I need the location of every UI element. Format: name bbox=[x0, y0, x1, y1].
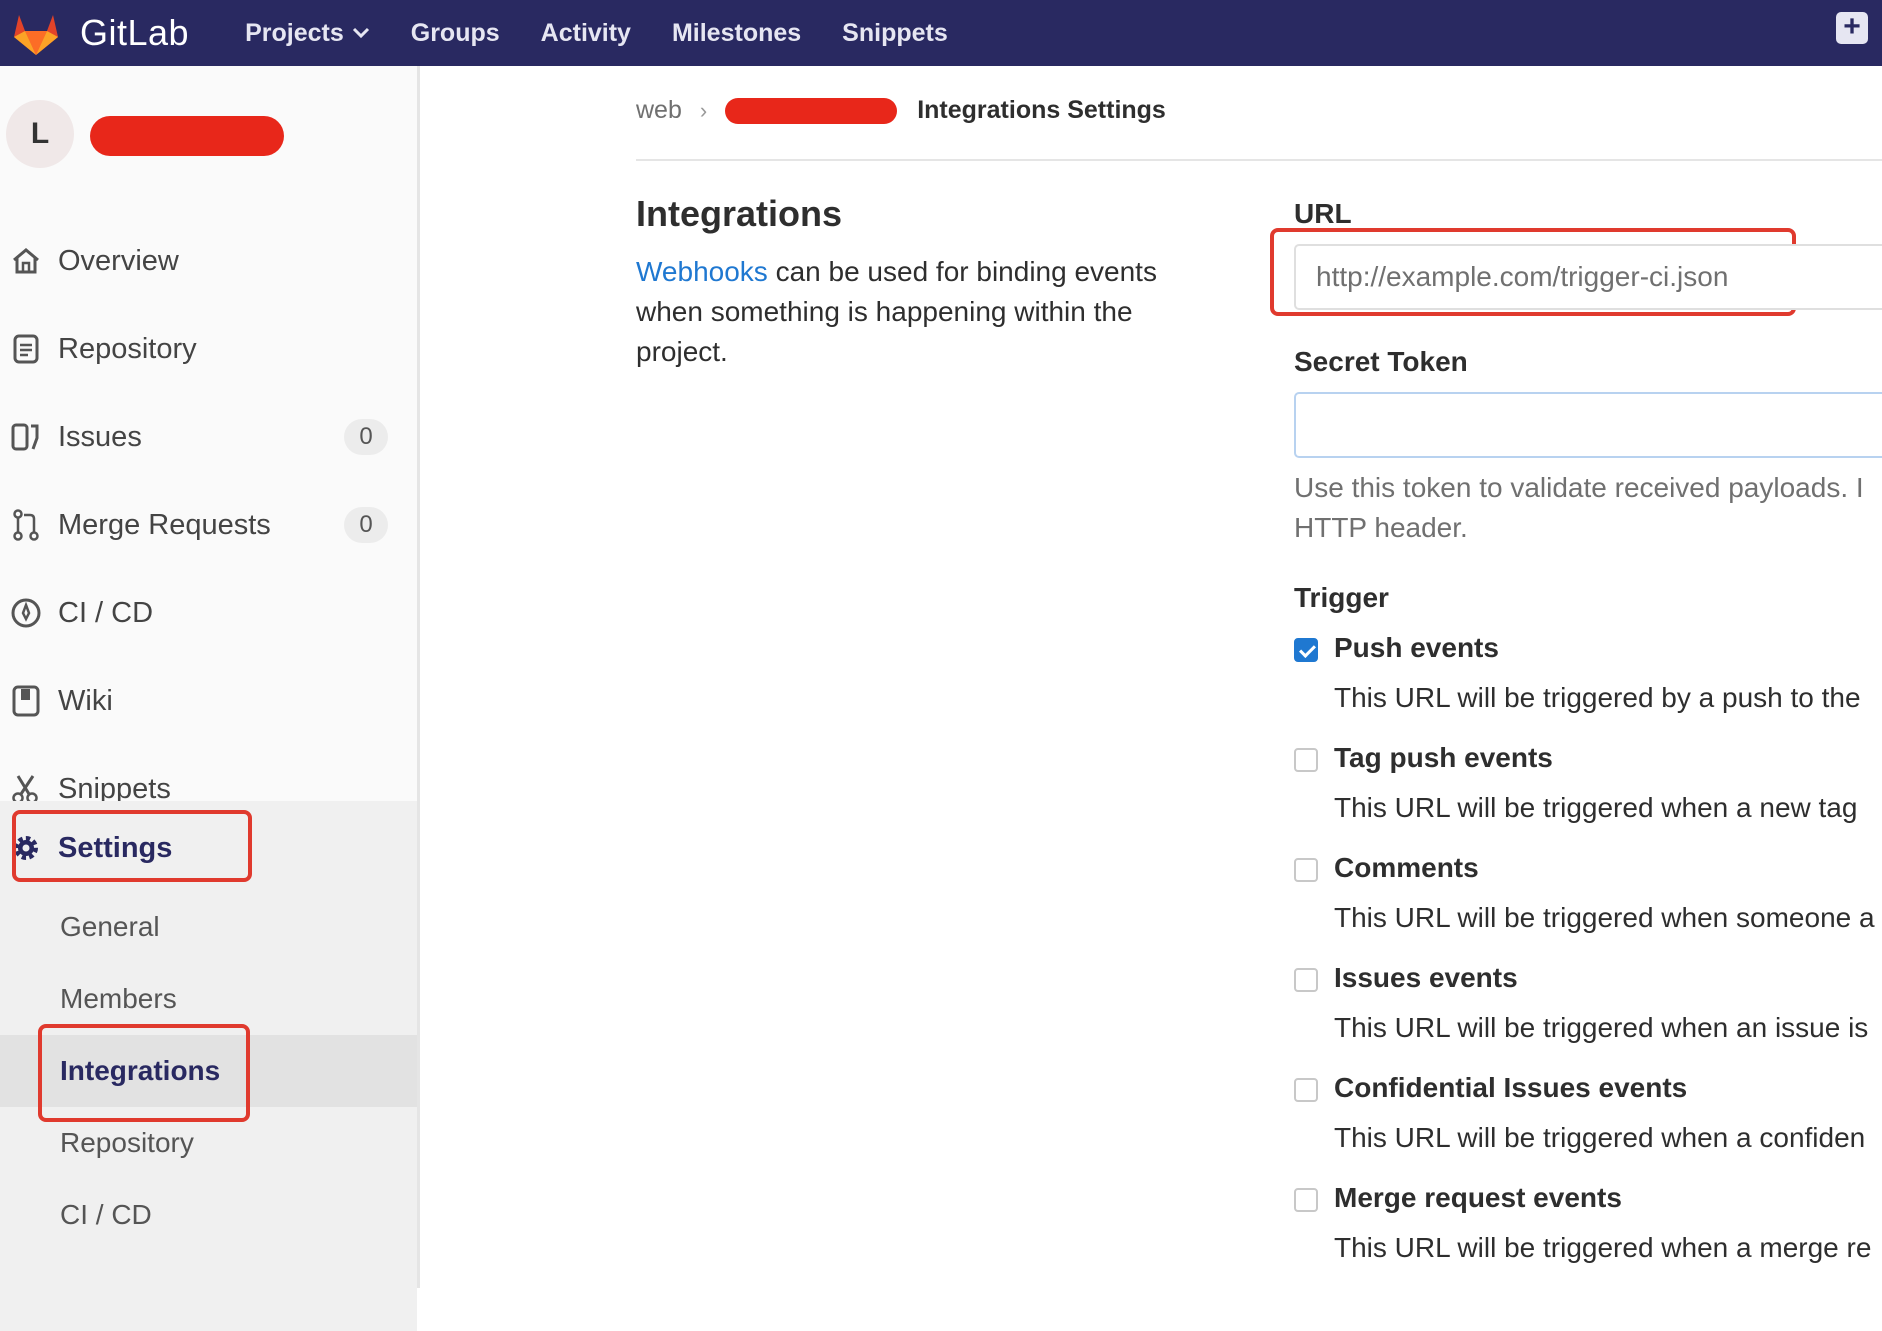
breadcrumb-separator: › bbox=[699, 97, 708, 123]
settings-sub-ci-cd[interactable]: CI / CD bbox=[0, 1179, 417, 1251]
confidential-issues-events-label: Confidential Issues events bbox=[1334, 1072, 1688, 1103]
merge-request-icon bbox=[10, 509, 42, 541]
issues-events-checkbox[interactable] bbox=[1294, 968, 1318, 992]
breadcrumb-current: Integrations Settings bbox=[917, 96, 1166, 124]
tag-push-events-label: Tag push events bbox=[1334, 742, 1553, 773]
push-events-desc: This URL will be triggered by a push to … bbox=[1334, 682, 1861, 713]
secret-token-help-line1: Use this token to validate received payl… bbox=[1294, 472, 1864, 503]
breadcrumb-root[interactable]: web bbox=[636, 96, 682, 125]
nav-groups[interactable]: Groups bbox=[411, 19, 500, 48]
annotation-box-integrations bbox=[38, 1024, 250, 1122]
sub-item-label: General bbox=[60, 911, 160, 942]
sidebar-item-label: Issues bbox=[58, 420, 142, 453]
issues-events-label: Issues events bbox=[1334, 962, 1518, 993]
nav-activity[interactable]: Activity bbox=[541, 19, 631, 48]
secret-token-label: Secret Token bbox=[1294, 346, 1468, 377]
project-avatar: L bbox=[6, 100, 74, 168]
push-events-label: Push events bbox=[1334, 632, 1499, 663]
secret-token-input[interactable] bbox=[1294, 392, 1882, 458]
brand-name: GitLab bbox=[80, 12, 190, 53]
tag-push-events-desc: This URL will be triggered when a new ta… bbox=[1334, 792, 1858, 823]
trigger-label: Trigger bbox=[1294, 582, 1389, 613]
merge-requests-count-badge: 0 bbox=[344, 507, 388, 543]
sidebar-item-label: Overview bbox=[58, 244, 179, 277]
confidential-issues-events-checkbox[interactable] bbox=[1294, 1078, 1318, 1102]
redacted-breadcrumb-project bbox=[725, 97, 898, 124]
page-title: Integrations bbox=[636, 193, 843, 234]
sidebar-item-wiki[interactable]: Wiki bbox=[0, 664, 420, 738]
confidential-issues-events-desc: This URL will be triggered when a confid… bbox=[1334, 1122, 1866, 1153]
home-icon bbox=[10, 245, 42, 277]
doc-icon bbox=[10, 333, 42, 365]
sidebar-item-ci-cd[interactable]: CI / CD bbox=[0, 576, 420, 650]
top-navbar: GitLab Projects Groups Activity Mileston… bbox=[0, 0, 1882, 66]
chevron-down-icon bbox=[352, 23, 370, 44]
annotation-box-settings bbox=[12, 810, 252, 882]
merge-request-events-label: Merge request events bbox=[1334, 1182, 1622, 1213]
redacted-project-name bbox=[90, 116, 284, 156]
url-label: URL bbox=[1294, 198, 1352, 229]
project-header[interactable]: L bbox=[0, 86, 420, 176]
sidebar-item-issues[interactable]: Issues 0 bbox=[0, 400, 420, 474]
breadcrumb-divider bbox=[636, 159, 1882, 161]
nav-milestones[interactable]: Milestones bbox=[672, 19, 801, 48]
nav-snippets[interactable]: Snippets bbox=[842, 19, 948, 48]
sidebar-item-label: Repository bbox=[58, 332, 197, 365]
sidebar-item-label: Wiki bbox=[58, 684, 113, 717]
sub-item-label: Members bbox=[60, 983, 177, 1014]
issues-icon bbox=[10, 421, 42, 453]
merge-request-events-desc: This URL will be triggered when a merge … bbox=[1334, 1232, 1872, 1263]
comments-checkbox[interactable] bbox=[1294, 858, 1318, 882]
webhooks-link[interactable]: Webhooks bbox=[636, 256, 768, 287]
merge-request-events-checkbox[interactable] bbox=[1294, 1188, 1318, 1212]
sidebar-item-label: Merge Requests bbox=[58, 508, 271, 541]
url-placeholder: http://example.com/trigger-ci.json bbox=[1316, 261, 1729, 292]
comments-desc: This URL will be triggered when someone … bbox=[1334, 902, 1875, 933]
book-icon bbox=[10, 685, 42, 717]
comments-label: Comments bbox=[1334, 852, 1479, 883]
gitlab-logo[interactable]: GitLab bbox=[10, 9, 189, 57]
tag-push-events-checkbox[interactable] bbox=[1294, 748, 1318, 772]
issues-events-desc: This URL will be triggered when an issue… bbox=[1334, 1012, 1869, 1043]
push-events-checkbox[interactable] bbox=[1294, 638, 1318, 662]
rocket-icon bbox=[10, 597, 42, 629]
sidebar-item-label: CI / CD bbox=[58, 596, 154, 629]
sidebar-item-merge-requests[interactable]: Merge Requests 0 bbox=[0, 488, 420, 562]
url-input[interactable]: http://example.com/trigger-ci.json bbox=[1294, 244, 1882, 310]
breadcrumb: web › Integrations Settings bbox=[636, 96, 1166, 125]
new-item-button[interactable]: + bbox=[1836, 12, 1868, 44]
secret-token-help-line2: HTTP header. bbox=[1294, 512, 1468, 543]
issues-count-badge: 0 bbox=[344, 419, 388, 455]
intro-description: Webhooks can be used for binding events … bbox=[636, 252, 1196, 372]
nav-projects[interactable]: Projects bbox=[245, 19, 370, 48]
settings-sub-general[interactable]: General bbox=[0, 891, 417, 963]
sub-item-label: CI / CD bbox=[60, 1199, 152, 1230]
nav-projects-label: Projects bbox=[245, 18, 344, 47]
sub-item-label: Repository bbox=[60, 1127, 194, 1158]
sidebar-item-repository[interactable]: Repository bbox=[0, 312, 420, 386]
gitlab-fox-icon bbox=[14, 15, 58, 55]
sidebar-item-overview[interactable]: Overview bbox=[0, 224, 420, 298]
